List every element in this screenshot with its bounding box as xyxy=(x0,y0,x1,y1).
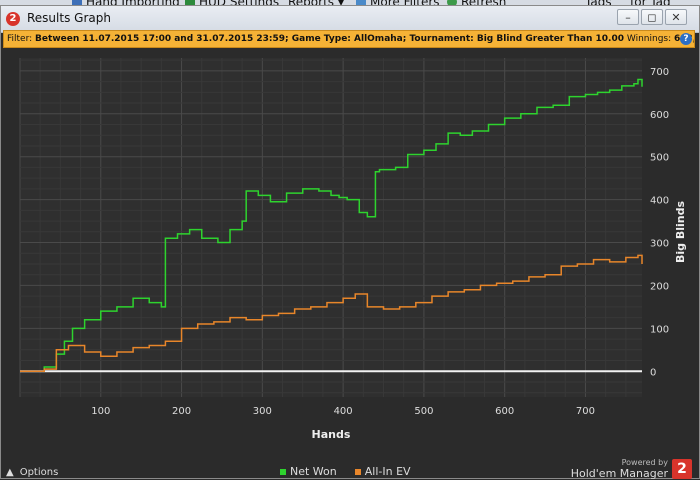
product-name: Hold'em Manager xyxy=(570,467,668,480)
y-tick-label: 700 xyxy=(650,67,669,78)
y-tick-label: 200 xyxy=(650,281,669,292)
x-tick-label: 600 xyxy=(495,406,514,417)
y-tick-label: 0 xyxy=(650,367,656,378)
x-tick-label: 200 xyxy=(172,406,191,417)
x-tick-label: 400 xyxy=(334,406,353,417)
x-tick-labels: 100 200 300 400 500 600 700 xyxy=(91,406,595,417)
x-tick-label: 100 xyxy=(91,406,110,417)
y-tick-labels: 0 100 200 300 400 500 600 700 xyxy=(650,67,669,378)
chart-legend: Net Won All-In EV xyxy=(280,465,411,478)
holdem-manager-logo: 2 xyxy=(672,459,692,479)
y-tick-label: 400 xyxy=(650,196,669,207)
legend-swatch-net-won xyxy=(280,469,286,475)
legend-item-all-in-ev: All-In EV xyxy=(354,465,411,478)
options-toggle[interactable]: ▲ Options xyxy=(6,465,58,479)
y-tick-label: 100 xyxy=(650,324,669,335)
y-tick-label: 500 xyxy=(650,153,669,164)
x-axis-label: Hands xyxy=(312,428,351,441)
powered-by-label: Powered by xyxy=(621,458,668,467)
y-tick-label: 300 xyxy=(650,239,669,250)
x-tick-label: 300 xyxy=(253,406,272,417)
options-label: Options xyxy=(19,466,59,478)
legend-item-net-won: Net Won xyxy=(280,465,337,478)
x-tick-label: 700 xyxy=(576,406,595,417)
y-axis-label: Big Blinds xyxy=(674,201,687,263)
x-tick-label: 500 xyxy=(414,406,433,417)
plot-area xyxy=(20,58,642,397)
legend-swatch-all-in-ev xyxy=(354,469,361,475)
y-tick-label: 600 xyxy=(650,110,669,121)
chevron-up-icon: ▲ xyxy=(6,466,14,478)
results-chart: 100 200 300 400 500 600 700 0 100 200 300 400 500 60… xyxy=(19,58,687,441)
